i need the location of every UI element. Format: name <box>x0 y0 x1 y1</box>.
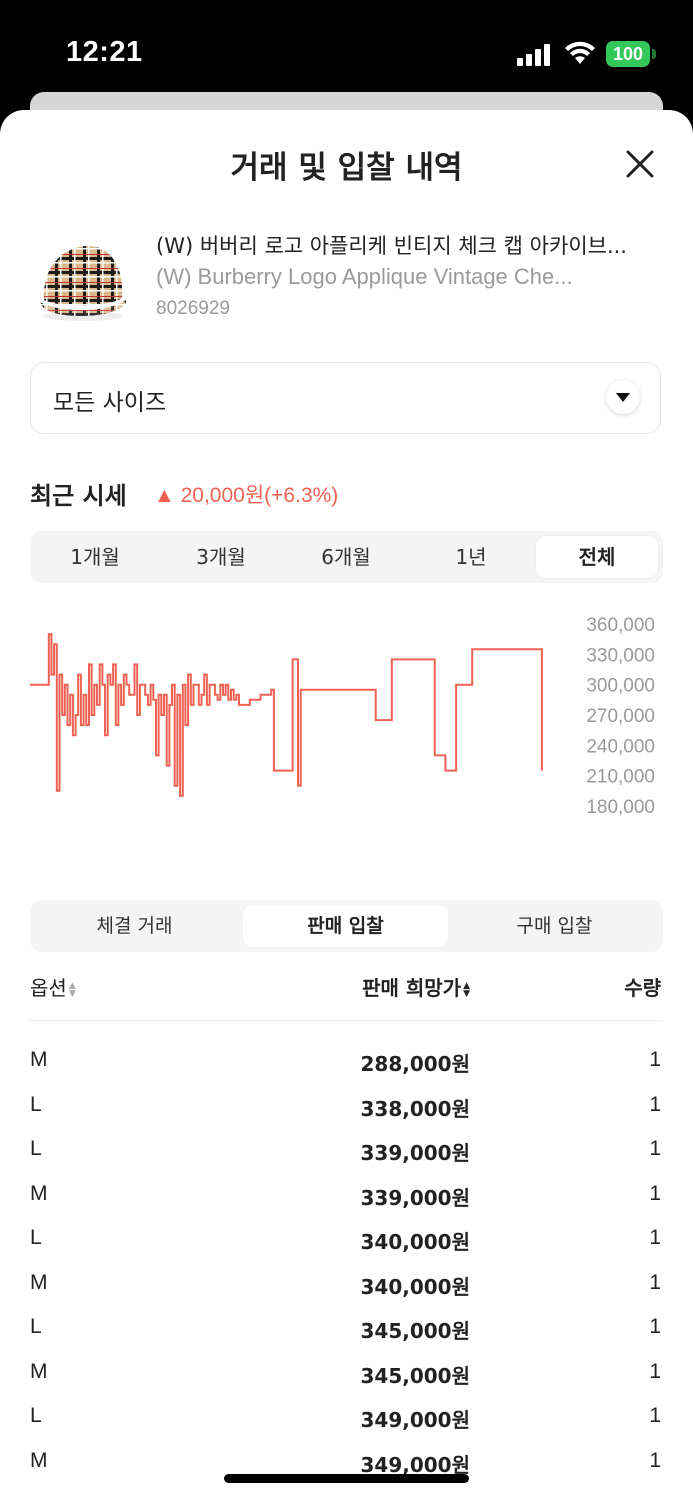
table-row: L 349,000원 1 <box>30 1398 663 1443</box>
size-select[interactable]: 모든 사이즈 <box>30 362 661 434</box>
table-header: 옵션 ▲ ▼ 판매 희망가 ▲ ▼ 수량 <box>30 968 663 1021</box>
table-row: M 340,000원 1 <box>30 1265 663 1310</box>
bid-list: M 288,000원 1 L 338,000원 1 L 339,000원 1 M 339,000원 1… <box>30 1042 663 1487</box>
home-indicator <box>224 1474 469 1483</box>
battery-tip <box>652 49 656 59</box>
header-price[interactable]: 판매 희망가 ▲ ▼ <box>362 972 470 1001</box>
wifi-icon <box>565 41 595 64</box>
header-option[interactable]: 옵션 ▲ ▼ <box>30 972 76 1001</box>
product-name-en[interactable]: (W) Burberry Logo Applique Vintage Che..… <box>156 264 666 290</box>
row-price: 345,000원 <box>360 1363 471 1388</box>
row-option: M <box>30 1048 48 1071</box>
close-icon[interactable] <box>622 146 658 182</box>
cellular-signal-icon <box>517 42 550 66</box>
row-qty: 1 <box>649 1092 661 1116</box>
sort-icon: ▲ ▼ <box>68 980 76 999</box>
row-qty: 1 <box>649 1448 661 1472</box>
row-option: M <box>30 1270 48 1294</box>
tab-6-month[interactable]: 6개월 <box>281 536 411 578</box>
status-time: 12:21 <box>66 36 143 68</box>
row-price: 339,000원 <box>360 1141 471 1165</box>
tab-transactions[interactable]: 체결 거래 <box>32 905 237 947</box>
table-row: L 345,000원 1 <box>30 1309 663 1354</box>
price-change: ▲ 20,000원(+6.3%) <box>154 484 339 507</box>
row-qty: 1 <box>649 1404 661 1427</box>
chevron-down-icon[interactable] <box>606 380 640 414</box>
product-image <box>40 246 127 321</box>
y-tick-label: 210,000 <box>586 767 655 788</box>
header-qty: 수량 <box>624 976 661 1000</box>
row-price: 338,000원 <box>360 1096 471 1121</box>
row-qty: 1 <box>649 1137 661 1160</box>
row-qty: 1 <box>649 1181 661 1205</box>
table-row: L 338,000원 1 <box>30 1087 663 1132</box>
price-line <box>30 633 543 797</box>
period-tabs: 1개월 3개월 6개월 1년 전체 <box>30 531 663 583</box>
y-tick-label: 360,000 <box>586 615 655 636</box>
row-option: L <box>30 1226 42 1249</box>
row-option: M <box>30 1181 48 1205</box>
row-option: L <box>30 1404 42 1427</box>
product-code: 8026929 <box>156 298 230 319</box>
tab-sell-bids[interactable]: 판매 입찰 <box>243 905 448 947</box>
row-qty: 1 <box>649 1359 661 1383</box>
header-option-label: 옵션 <box>30 976 67 1000</box>
row-price: 340,000원 <box>360 1230 471 1254</box>
table-row: L 339,000원 1 <box>30 1131 663 1176</box>
recent-price-label: 최근 시세 <box>30 482 127 510</box>
tab-all[interactable]: 전체 <box>536 536 658 578</box>
sheet-title: 거래 및 입찰 내역 <box>230 150 463 186</box>
size-select-value: 모든 사이즈 <box>53 390 167 416</box>
row-price: 349,000원 <box>360 1408 471 1432</box>
sort-icon: ▲ ▼ <box>463 980 470 999</box>
tab-buy-bids[interactable]: 구매 입찰 <box>452 905 657 947</box>
bottom-sheet: 거래 및 입찰 내역 (W) 버버리 로고 아플리케 빈티지 체크 캡 아카이브… <box>0 110 693 1500</box>
y-tick-label: 300,000 <box>586 676 655 697</box>
table-row: M 339,000원 1 <box>30 1176 663 1221</box>
row-price: 339,000원 <box>360 1185 471 1210</box>
trade-tabs: 체결 거래 판매 입찰 구매 입찰 <box>30 900 663 952</box>
row-option: L <box>30 1315 42 1338</box>
row-option: M <box>30 1448 48 1472</box>
row-option: L <box>30 1137 42 1160</box>
battery-icon: 100 <box>606 41 650 67</box>
product-name-ko[interactable]: (W) 버버리 로고 아플리케 빈티지 체크 캡 아카이브... <box>156 230 666 260</box>
row-qty: 1 <box>649 1270 661 1294</box>
row-qty: 1 <box>649 1315 661 1338</box>
price-chart[interactable]: 360,000 330,000 300,000 270,000 240,000 210,0… <box>0 600 693 830</box>
row-price: 345,000원 <box>360 1319 471 1343</box>
header-price-label: 판매 희망가 <box>362 976 462 1000</box>
tab-3-month[interactable]: 3개월 <box>156 536 286 578</box>
row-qty: 1 <box>649 1226 661 1249</box>
row-price: 340,000원 <box>360 1274 471 1299</box>
table-row: M 288,000원 1 <box>30 1042 663 1087</box>
row-qty: 1 <box>649 1048 661 1071</box>
table-row: L 340,000원 1 <box>30 1220 663 1265</box>
table-row: M 345,000원 1 <box>30 1354 663 1399</box>
row-price: 288,000원 <box>360 1052 471 1076</box>
tab-1-month[interactable]: 1개월 <box>30 536 160 578</box>
tab-1-year[interactable]: 1년 <box>406 536 536 578</box>
y-tick-label: 270,000 <box>586 706 655 727</box>
row-option: L <box>30 1092 42 1116</box>
y-tick-label: 180,000 <box>586 797 655 818</box>
row-option: M <box>30 1359 48 1383</box>
y-tick-label: 330,000 <box>586 645 655 666</box>
y-tick-label: 240,000 <box>586 736 655 757</box>
